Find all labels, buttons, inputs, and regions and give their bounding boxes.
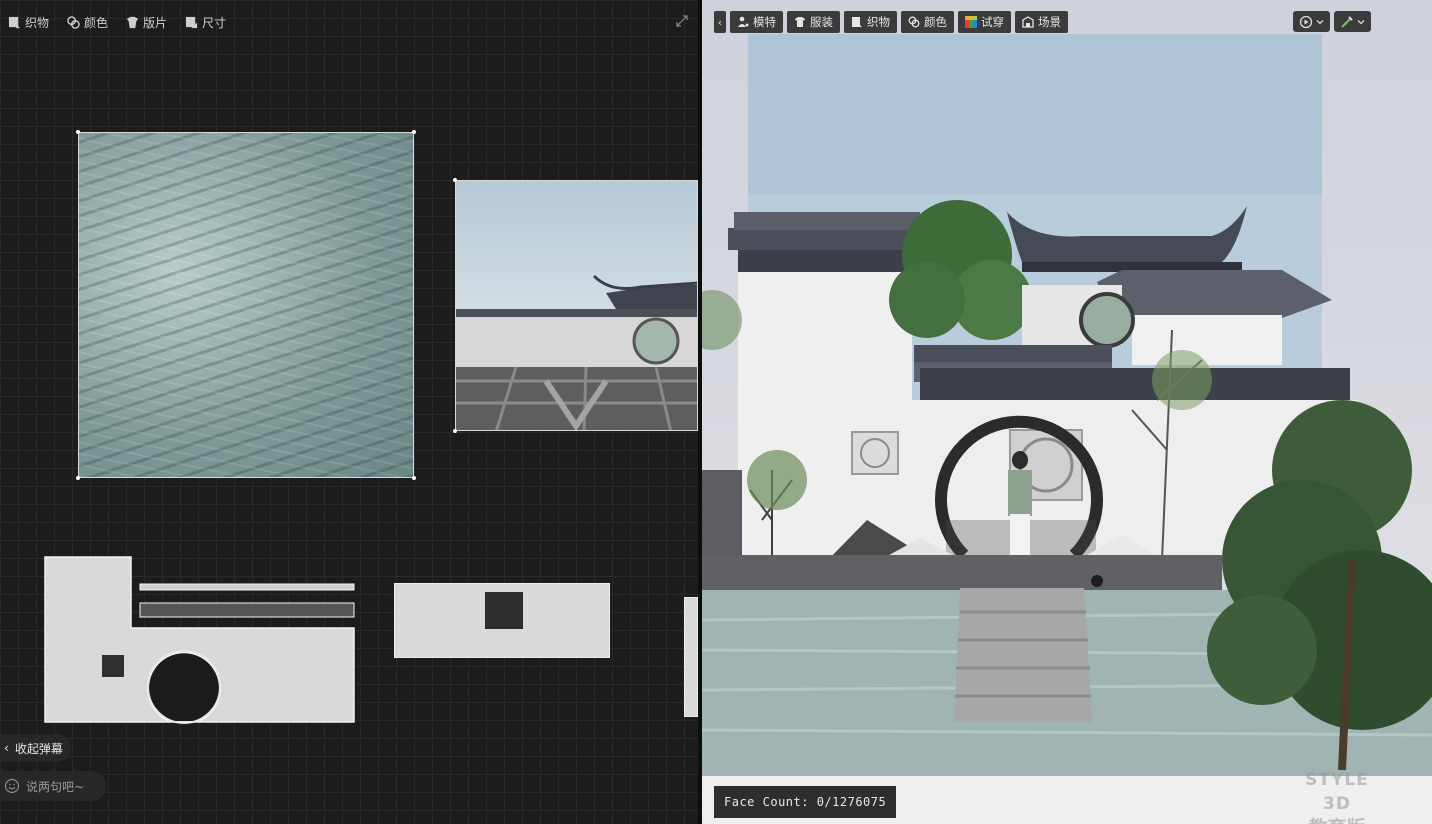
face-count-readout: Face Count: 0/1276075 [714,786,897,818]
window-cutout [485,592,523,629]
fabric-icon [852,17,862,27]
size-tool-label: 尺寸 [202,16,227,30]
wall-pattern-piece[interactable] [44,555,356,725]
playback-dropdown[interactable] [1293,11,1330,32]
partial-pattern-piece[interactable] [684,597,698,717]
scene-button-label: 场景 [1038,15,1061,29]
color-tool[interactable]: 颜色 [67,14,108,31]
collapse-danmu-button[interactable]: ‹ 收起弹幕 [0,734,71,762]
tryon-button[interactable]: 试穿 [958,11,1011,33]
watermark-logo: STYLE 3D 教育版 [1292,768,1382,824]
collapse-danmu-label: 收起弹幕 [14,741,63,756]
collapse-toolbar-button[interactable]: ‹ [714,11,726,33]
palette-icon [67,16,80,29]
scene-texture-image [456,274,697,430]
vertex-handle[interactable] [76,476,80,480]
garment-button[interactable]: 服装 [787,11,840,33]
shirt-icon [795,17,805,27]
vertex-handle[interactable] [412,130,416,134]
watermark-line1: STYLE 3D [1305,770,1369,814]
pattern-tool-label: 版片 [143,16,168,30]
brush-dropdown[interactable] [1334,11,1371,32]
scene-button[interactable]: 场景 [1015,11,1068,33]
expand-icon[interactable] [676,15,688,27]
vertex-handle[interactable] [453,178,457,182]
scene-texture-piece[interactable] [455,180,698,431]
fabric-icon [8,16,21,29]
rainbow-icon [965,16,977,28]
chevron-down-icon [1357,19,1365,24]
fabric-tool-label: 织物 [25,16,50,30]
chevron-left-icon: ‹ [717,15,723,29]
chat-input[interactable]: 说两句吧~ [0,771,106,801]
fabric-tool[interactable]: 织物 [8,14,49,31]
avatar-icon [738,16,749,27]
palette-icon [908,16,920,28]
playback-icon [1299,15,1313,28]
color-button-label: 颜色 [924,15,947,29]
viewport-toolbar: 模特 服装 织物 颜色 试穿 场景 [730,11,1068,33]
fabric-button-label: 织物 [867,15,890,29]
pattern-2d-window[interactable]: 织物 颜色 版片 尺寸 ‹ 收起弹幕 说两句吧~ [0,0,698,824]
pattern-piece-icon [126,16,139,29]
garment-button-label: 服装 [810,15,833,29]
pattern-tool[interactable]: 版片 [126,14,167,31]
vertex-handle[interactable] [453,429,457,433]
scene-3d-render[interactable] [702,0,1432,824]
tryon-button-label: 试穿 [981,15,1004,29]
avatar-button[interactable]: 模特 [730,11,783,33]
water-texture-piece[interactable] [78,132,414,478]
size-tool[interactable]: 尺寸 [185,14,226,31]
color-button[interactable]: 颜色 [901,11,954,33]
brush-icon [1341,15,1353,28]
vertex-handle[interactable] [76,130,80,134]
viewport-3d-window[interactable]: ‹ 模特 服装 织物 颜色 试穿 场景 Face Count: 0/127607… [702,0,1432,824]
vertex-handle[interactable] [412,476,416,480]
chevron-left-icon: ‹ [4,741,9,755]
fabric-button[interactable]: 织物 [844,11,897,33]
ruler-icon [185,16,198,29]
pattern-toolbar: 织物 颜色 版片 尺寸 [8,14,226,31]
avatar-button-label: 模特 [753,15,776,29]
chevron-down-icon [1316,19,1324,24]
smile-icon [4,778,20,794]
watermark-line2: 教育版 [1292,816,1382,824]
color-tool-label: 颜色 [84,16,109,30]
chat-placeholder: 说两句吧~ [26,779,85,794]
scene-icon [1022,16,1034,28]
